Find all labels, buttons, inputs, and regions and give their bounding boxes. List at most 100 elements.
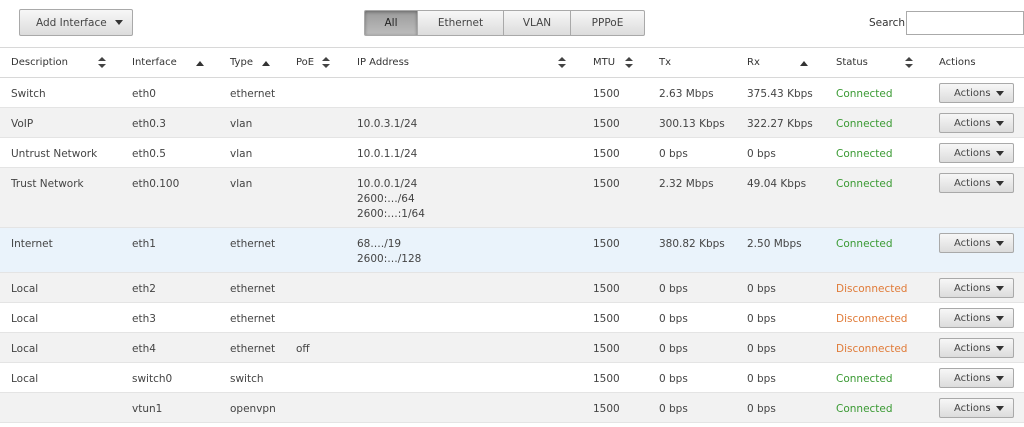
ip-address-line: 2600:…/128 [357, 253, 422, 265]
cell-interface: eth3 [132, 313, 156, 325]
ip-address-line: 10.0.0.1/24 [357, 178, 418, 190]
cell-rx: 322.27 Kbps [747, 118, 813, 130]
cell-type: ethernet [230, 283, 276, 295]
row-actions-button[interactable]: Actions [939, 113, 1014, 133]
sort-both-icon[interactable] [905, 57, 913, 69]
row-actions-label: Actions [954, 372, 991, 384]
cell-tx: 0 bps [659, 283, 688, 295]
cell-tx: 0 bps [659, 148, 688, 160]
add-interface-button[interactable]: Add Interface [19, 9, 133, 36]
cell-rx: 0 bps [747, 283, 776, 295]
table-row: Trust Network eth0.100 vlan 1500 2.32 Mbps 49… [0, 168, 1024, 228]
row-actions-label: Actions [954, 282, 991, 294]
column-header-interface[interactable]: Interface [132, 48, 177, 78]
caret-down-icon [996, 346, 1004, 351]
cell-rx: 0 bps [747, 373, 776, 385]
row-actions-label: Actions [954, 312, 991, 324]
cell-description: Local [11, 283, 39, 295]
cell-type: ethernet [230, 343, 276, 355]
search-input[interactable] [906, 11, 1024, 35]
cell-mtu: 1500 [593, 178, 620, 190]
caret-down-icon [996, 286, 1004, 291]
ip-address-line: 10.0.3.1/24 [357, 118, 418, 130]
cell-interface: eth0.5 [132, 148, 166, 160]
ip-address-line: 10.0.1.1/24 [357, 148, 418, 160]
status-badge: Connected [836, 88, 893, 100]
cell-mtu: 1500 [593, 118, 620, 130]
cell-interface: eth4 [132, 343, 156, 355]
row-actions-button[interactable]: Actions [939, 368, 1014, 388]
filter-vlan-button[interactable]: VLAN [504, 10, 571, 36]
table-row: Local switch0 switch 1500 0 bps 0 bps Connecte… [0, 363, 1024, 393]
row-actions-button[interactable]: Actions [939, 83, 1014, 103]
cell-ip-address: 10.0.3.1/24 [357, 117, 417, 132]
column-header-rx[interactable]: Rx [747, 48, 760, 78]
filter-pppoe-button[interactable]: PPPoE [571, 10, 645, 36]
filter-all-button[interactable]: All [364, 10, 418, 36]
status-badge: Connected [836, 403, 893, 415]
cell-ip-address: 10.0.0.1/24 2600:…/64 2600:…:1/64 [357, 177, 425, 222]
column-header-poe[interactable]: PoE [296, 48, 314, 78]
row-actions-button[interactable]: Actions [939, 398, 1014, 418]
column-header-tx[interactable]: Tx [659, 48, 671, 78]
caret-down-icon [996, 91, 1004, 96]
column-header-status[interactable]: Status [836, 48, 868, 78]
row-actions-label: Actions [954, 342, 991, 354]
cell-description: Untrust Network [11, 148, 98, 160]
caret-down-icon [115, 20, 123, 25]
caret-down-icon [996, 241, 1004, 246]
sort-ascending-icon[interactable] [262, 61, 270, 66]
cell-mtu: 1500 [593, 88, 620, 100]
caret-down-icon [996, 316, 1004, 321]
table-header: Description Interface Type PoE IP Addres… [0, 47, 1024, 78]
status-badge: Connected [836, 238, 893, 250]
row-actions-button[interactable]: Actions [939, 143, 1014, 163]
filter-group: All Ethernet VLAN PPPoE [364, 10, 645, 36]
cell-type: ethernet [230, 238, 276, 250]
cell-mtu: 1500 [593, 238, 620, 250]
cell-tx: 0 bps [659, 313, 688, 325]
cell-type: vlan [230, 148, 253, 160]
row-actions-label: Actions [954, 402, 991, 414]
table-row: Local eth2 ethernet 1500 0 bps 0 bps Disconnec… [0, 273, 1024, 303]
interfaces-table: Description Interface Type PoE IP Addres… [0, 47, 1024, 423]
cell-mtu: 1500 [593, 373, 620, 385]
caret-down-icon [996, 181, 1004, 186]
filter-ethernet-button[interactable]: Ethernet [418, 10, 504, 36]
add-interface-label: Add Interface [36, 16, 107, 29]
column-header-type[interactable]: Type [230, 48, 253, 78]
sort-both-icon[interactable] [625, 57, 633, 69]
cell-description: Internet [11, 238, 53, 250]
sort-both-icon[interactable] [322, 57, 330, 69]
row-actions-button[interactable]: Actions [939, 308, 1014, 328]
cell-rx: 2.50 Mbps [747, 238, 802, 250]
sort-both-icon[interactable] [98, 57, 106, 69]
cell-type: vlan [230, 118, 253, 130]
column-header-description[interactable]: Description [11, 48, 68, 78]
caret-down-icon [996, 121, 1004, 126]
cell-description: Local [11, 373, 39, 385]
cell-tx: 2.32 Mbps [659, 178, 714, 190]
row-actions-button[interactable]: Actions [939, 338, 1014, 358]
cell-description: Local [11, 343, 39, 355]
row-actions-button[interactable]: Actions [939, 233, 1014, 253]
cell-description: Trust Network [11, 178, 84, 190]
column-header-ip-address[interactable]: IP Address [357, 48, 409, 78]
sort-both-icon[interactable] [558, 57, 566, 69]
row-actions-button[interactable]: Actions [939, 278, 1014, 298]
ip-address-line: 2600:…/64 [357, 193, 415, 205]
cell-type: ethernet [230, 313, 276, 325]
cell-rx: 49.04 Kbps [747, 178, 807, 190]
sort-ascending-icon[interactable] [800, 61, 808, 66]
cell-tx: 300.13 Kbps [659, 118, 725, 130]
cell-interface: eth0.3 [132, 118, 166, 130]
cell-description: Switch [11, 88, 46, 100]
row-actions-button[interactable]: Actions [939, 173, 1014, 193]
caret-down-icon [996, 376, 1004, 381]
sort-ascending-icon[interactable] [196, 61, 204, 66]
table-row: Untrust Network eth0.5 vlan 1500 0 bps 0 bps 1… [0, 138, 1024, 168]
column-header-mtu[interactable]: MTU [593, 48, 615, 78]
status-badge: Disconnected [836, 313, 908, 325]
cell-description: Local [11, 313, 39, 325]
ip-address-line: 2600:…:1/64 [357, 208, 425, 220]
